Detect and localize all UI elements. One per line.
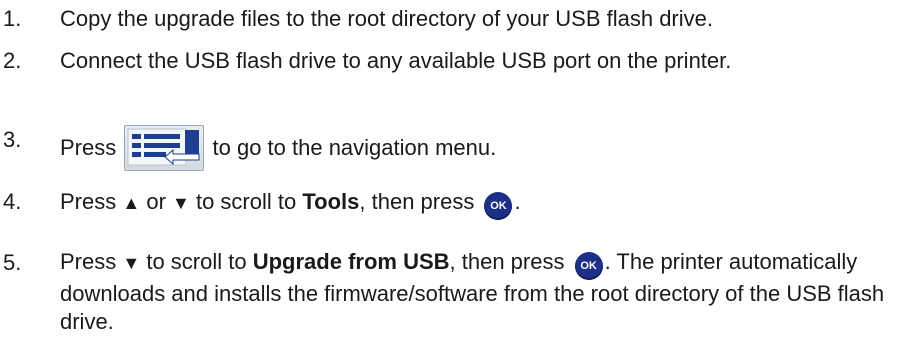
step-number: 5. xyxy=(3,250,22,275)
step-text-scroll: to scroll to xyxy=(195,189,297,214)
ok-button-icon: OK xyxy=(484,192,513,220)
step-text-press: Press xyxy=(60,135,117,160)
step-text-scroll: to scroll to xyxy=(146,249,247,274)
down-arrow-icon: ▼ xyxy=(172,193,190,213)
step-text-then: , then press xyxy=(359,189,475,214)
navigation-menu-icon xyxy=(124,125,205,171)
step-text-press: Press xyxy=(60,189,117,214)
step-text: Press ▲ or ▼ to scroll to Tools, then pr… xyxy=(60,187,902,220)
step-text-press: Press xyxy=(60,249,117,274)
step-text: Press ▼ to scroll to Upgrade from USB, t… xyxy=(60,248,902,336)
step-number: 4. xyxy=(3,189,22,214)
step-text: Copy the upgrade files to the root direc… xyxy=(60,6,713,31)
step-text: Connect the USB flash drive to any avail… xyxy=(60,48,732,73)
step-text: Press to go to the navigation menu. xyxy=(60,125,902,171)
step-text-then: , then press xyxy=(449,249,565,274)
step-number: 1. xyxy=(3,6,22,31)
down-arrow-icon: ▼ xyxy=(122,253,141,273)
ok-button-icon: OK xyxy=(574,252,603,280)
step-text-after: to go to the navigation menu. xyxy=(212,135,497,160)
menu-item-tools: Tools xyxy=(302,189,360,214)
up-arrow-icon: ▲ xyxy=(122,193,141,213)
step-text-end: . xyxy=(514,189,521,214)
menu-item-upgrade-from-usb: Upgrade from USB xyxy=(252,249,450,274)
step-text-or: or xyxy=(146,189,166,214)
step-number: 3. xyxy=(3,127,22,152)
step-number: 2. xyxy=(3,48,22,73)
